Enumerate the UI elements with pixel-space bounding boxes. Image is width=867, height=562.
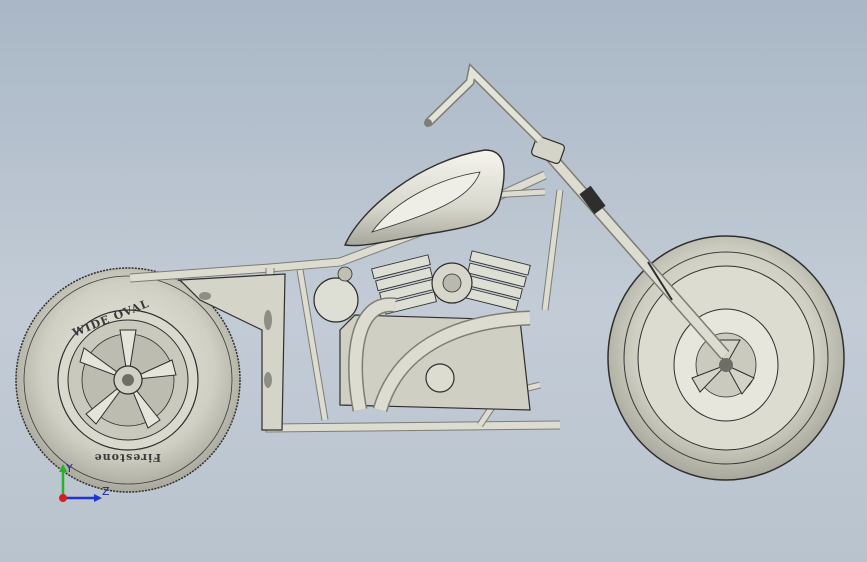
rear-cylinder [463, 250, 531, 311]
oil-tank [313, 266, 359, 323]
fuel-tank [343, 149, 505, 247]
triad-label-y: Y [65, 462, 73, 475]
triad-x-axis [59, 494, 67, 502]
engine [339, 250, 531, 413]
graphics-viewport[interactable]: WIDE OVAL Firestone Y Z [0, 0, 867, 562]
handlebar [424, 62, 544, 144]
motorcycle-model[interactable]: WIDE OVAL Firestone Y Z [0, 0, 867, 562]
triad-label-z: Z [102, 485, 110, 498]
tire-text-bottom: Firestone [94, 451, 161, 464]
front-wheel [607, 235, 845, 481]
engine-cover [425, 363, 455, 393]
